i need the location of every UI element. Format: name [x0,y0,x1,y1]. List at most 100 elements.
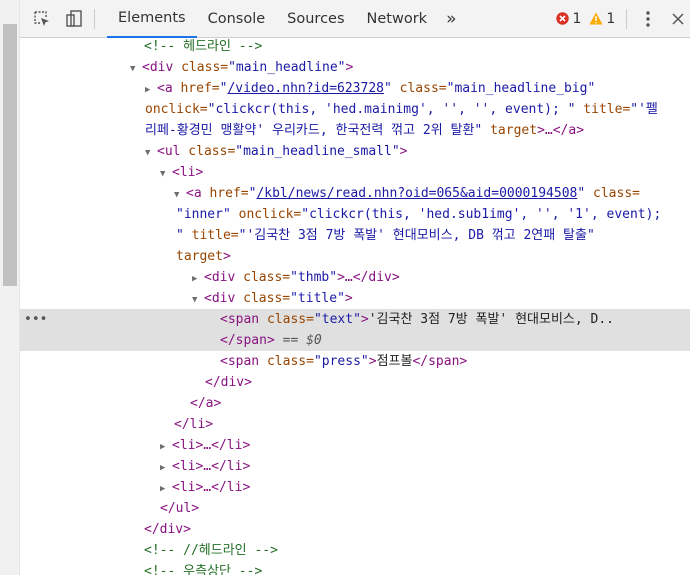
dom-node-li[interactable]: ▼ <li> [20,162,690,183]
tag-name: </a> [190,396,222,411]
close-icon[interactable] [667,8,689,30]
tag-close: > [360,312,369,327]
href-link[interactable]: /kbl/news/read.nhn?oid=065&aid=000019450… [256,186,577,201]
warning-count-badge[interactable]: 1 [589,11,615,27]
collapse-triangle-icon[interactable]: ▼ [174,185,186,206]
href-link[interactable]: /video.nhn?id=623728 [227,81,384,96]
attr-name: href= [172,81,220,96]
tag-name: <a [186,186,202,201]
device-toolbar-icon[interactable] [63,8,85,30]
attr-value: 리페-황경민 맹활약' 우리카드, 한국전력 꺾고 2위 탈환" [145,123,483,138]
dom-node-comment[interactable]: <!-- 우측상단 --> [20,561,690,575]
attr-value: "text" [313,312,361,327]
dom-node-close-li[interactable]: </li> [20,414,690,435]
dom-node-ul-headline-small[interactable]: ▼ <ul class="main_headline_small"> [20,141,690,162]
attr-value: "inner" [176,207,231,222]
tag-name: <li>…</li> [172,438,251,453]
tab-network[interactable]: Network [356,0,439,38]
dom-node-li-collapsed[interactable]: ▶ <li>…</li> [20,477,690,498]
dom-node-li-collapsed[interactable]: ▶ <li>…</li> [20,435,690,456]
dom-node-continued: 리페-황경민 맹활약' 우리카드, 한국전력 꺾고 2위 탈환" target>… [20,120,690,141]
attr-value: "main_headline_small" [235,144,400,159]
more-options-icon[interactable]: ••• [24,309,47,330]
dom-node-continued: onclick="clickcr(this, 'hed.mainimg', ''… [20,99,690,120]
warning-count: 1 [606,10,616,27]
tag-name: <li> [172,165,204,180]
dom-node-span-text-selected[interactable]: ••• <span class="text">'김국찬 3점 7방 폭발' 현대모… [20,309,690,330]
tag-close: > [344,291,353,306]
toolbar-divider [626,8,628,29]
scrollbar-thumb[interactable] [3,24,17,286]
tab-console[interactable]: Console [197,0,277,38]
tag-close: > [399,144,408,159]
dom-tree: <!-- 헤드라인 --> ▼ <div class="main_headline… [20,38,690,575]
attr-value: "main_headline" [228,60,346,75]
attr-name: onclick= [145,102,208,117]
error-count-badge[interactable]: 1 [556,11,581,27]
collapse-triangle-icon[interactable]: ▼ [130,59,142,80]
attr-name: class= [259,312,314,327]
dom-node-li-collapsed[interactable]: ▶ <li>…</li> [20,456,690,477]
quote: " [384,81,392,96]
dom-node-span-press[interactable]: <span class="press">점프볼</span> [20,351,690,372]
collapse-triangle-icon[interactable]: ▼ [145,143,157,164]
dom-node-close-div[interactable]: </div> [20,372,690,393]
attr-value: "clickcr(this, 'hed.sub1img', '', '1', e… [301,207,662,222]
attr-name: class= [235,270,291,285]
dom-node-span-close[interactable]: </span> == $0 [20,330,690,351]
tag-name: <li>…</li> [172,480,251,495]
dom-node-continued: target> [20,246,690,267]
attr-value: "main_headline_big" [446,81,596,96]
attr-name: title= [575,102,631,117]
comment-text: <!-- 헤드라인 --> [144,39,263,54]
error-icon [556,12,570,25]
expand-triangle-icon[interactable]: ▶ [160,458,172,479]
expand-triangle-icon[interactable]: ▶ [160,437,172,458]
devtools-toolbar: Elements Console Sources Network » 1 1 [20,0,690,38]
dom-node-div-main-headline[interactable]: ▼ <div class="main_headline"> [20,57,690,78]
text-node: 점프볼 [376,354,413,369]
attr-value: "title" [290,291,345,306]
attr-name: class= [173,60,229,75]
collapse-triangle-icon[interactable]: ▼ [160,164,172,185]
inspect-element-icon[interactable] [31,8,53,30]
tab-elements[interactable]: Elements [107,0,197,38]
text-node: '김국찬 3점 7방 폭발' 현대모비스, D.. [368,312,615,327]
expand-triangle-icon[interactable]: ▶ [192,269,204,290]
tag-name: <li>…</li> [172,459,251,474]
tag-close: </span> [412,354,468,369]
attr-name: onclick= [230,207,302,222]
attr-name: target [482,123,538,138]
tag-close: > [368,354,377,369]
dom-node-close-div[interactable]: </div> [20,519,690,540]
attr-value: "'김국찬 3점 7방 폭발' 현대모비스, DB 꺾고 2연패 탈출" [238,228,595,243]
expand-triangle-icon[interactable]: ▶ [145,80,157,101]
tab-sources[interactable]: Sources [276,0,355,38]
warning-icon [589,12,603,25]
tag-name: </span> [220,333,275,348]
dom-node-a-headline-big[interactable]: ▶ <a href="/video.nhn?id=623728" class="m… [20,78,690,99]
dom-node-div-thmb[interactable]: ▶ <div class="thmb">…</div> [20,267,690,288]
toolbar-divider [94,8,95,29]
attr-value: "'펠 [630,102,658,117]
dom-node-div-title[interactable]: ▼ <div class="title"> [20,288,690,309]
customize-menu-icon[interactable] [637,8,659,30]
attr-name: href= [201,186,249,201]
dom-node-a-inner[interactable]: ▼ <a href= "/kbl/news/read.nhn?oid=065&aid… [20,183,690,204]
error-count: 1 [572,10,582,27]
tag-name: </ul> [160,501,200,516]
tag-name: <ul [157,144,181,159]
more-tabs-button[interactable]: » [438,0,464,38]
collapse-triangle-icon[interactable]: ▼ [192,290,204,311]
dom-node-close-a[interactable]: </a> [20,393,690,414]
tag-close: > [222,249,231,264]
tag-name: <span [220,354,260,369]
dom-node-continued: "inner" onclick="clickcr(this, 'hed.sub1… [20,204,690,225]
attr-name: target [176,249,223,264]
dom-node-close-ul[interactable]: </ul> [20,498,690,519]
dom-node-comment[interactable]: <!-- //헤드라인 --> [20,540,690,561]
dom-node-comment[interactable]: <!-- 헤드라인 --> [20,38,690,57]
expand-triangle-icon[interactable]: ▶ [160,479,172,500]
vertical-scrollbar[interactable] [0,0,20,575]
tag-name: <div [204,270,236,285]
